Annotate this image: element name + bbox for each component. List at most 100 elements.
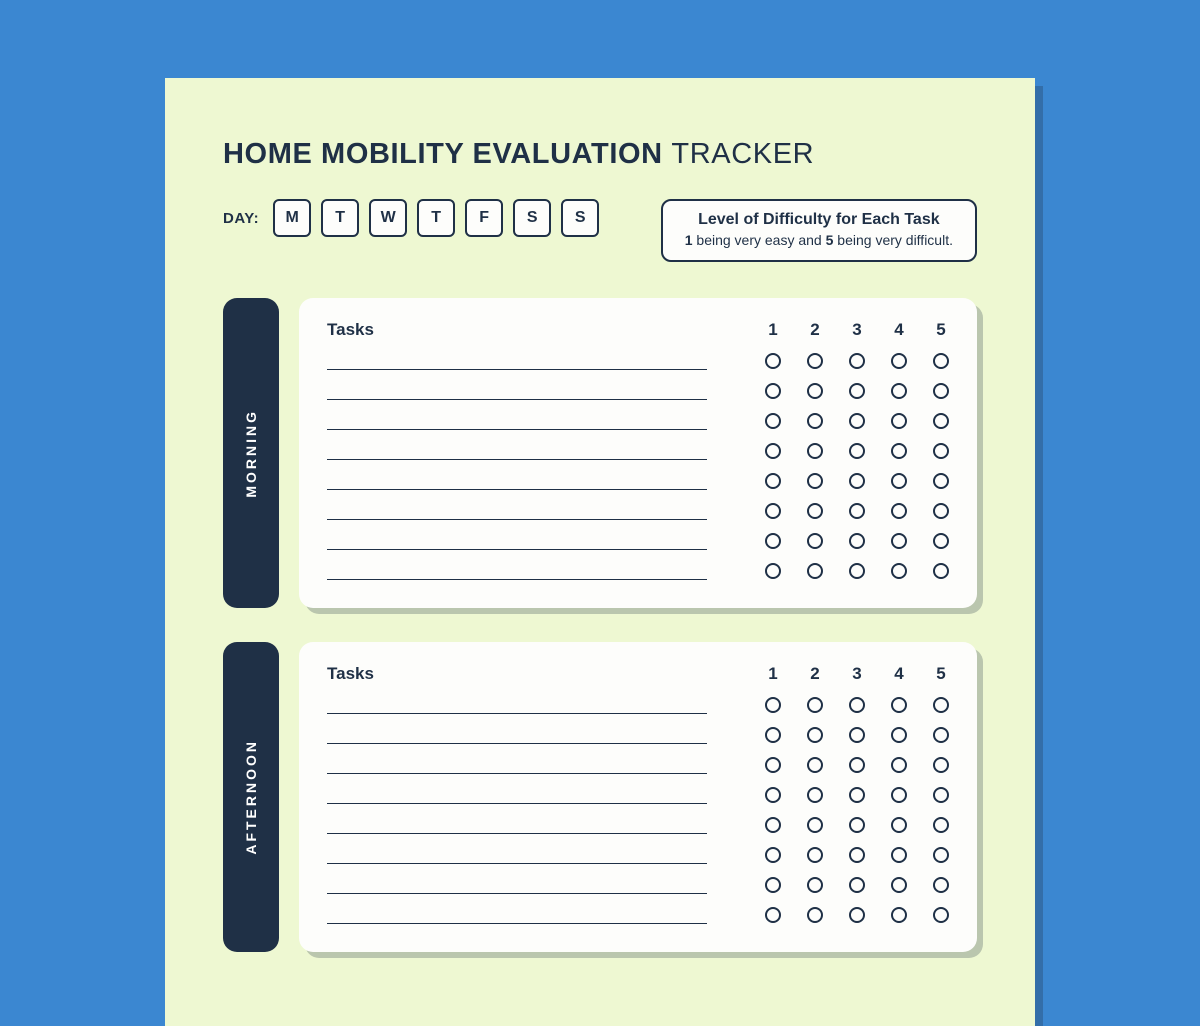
- rating-circle[interactable]: [891, 383, 907, 399]
- rating-circle[interactable]: [891, 563, 907, 579]
- rating-circle[interactable]: [765, 353, 781, 369]
- rating-circle[interactable]: [807, 757, 823, 773]
- rating-circle[interactable]: [849, 413, 865, 429]
- rating-circle[interactable]: [933, 727, 949, 743]
- rating-circle[interactable]: [849, 473, 865, 489]
- rating-circle[interactable]: [933, 907, 949, 923]
- task-input-line[interactable]: [327, 442, 707, 460]
- rating-circle[interactable]: [849, 503, 865, 519]
- rating-circle[interactable]: [849, 443, 865, 459]
- rating-circle[interactable]: [807, 787, 823, 803]
- task-input-line[interactable]: [327, 816, 707, 834]
- rating-circle[interactable]: [765, 533, 781, 549]
- rating-circle[interactable]: [765, 847, 781, 863]
- rating-circle[interactable]: [765, 787, 781, 803]
- task-input-line[interactable]: [327, 502, 707, 520]
- day-option-wed[interactable]: W: [369, 199, 407, 237]
- rating-circle[interactable]: [849, 817, 865, 833]
- task-input-line[interactable]: [327, 382, 707, 400]
- task-input-line[interactable]: [327, 906, 707, 924]
- rating-circle[interactable]: [849, 697, 865, 713]
- rating-circle[interactable]: [849, 727, 865, 743]
- rating-circle[interactable]: [807, 563, 823, 579]
- day-option-mon[interactable]: M: [273, 199, 311, 237]
- task-input-line[interactable]: [327, 846, 707, 864]
- rating-circle[interactable]: [933, 353, 949, 369]
- rating-circle[interactable]: [765, 383, 781, 399]
- day-option-thu[interactable]: T: [417, 199, 455, 237]
- rating-circle[interactable]: [891, 847, 907, 863]
- task-input-line[interactable]: [327, 726, 707, 744]
- task-input-line[interactable]: [327, 532, 707, 550]
- rating-circle[interactable]: [807, 443, 823, 459]
- task-input-line[interactable]: [327, 696, 707, 714]
- rating-circle[interactable]: [807, 727, 823, 743]
- rating-circle[interactable]: [891, 503, 907, 519]
- rating-circle[interactable]: [933, 757, 949, 773]
- rating-circle[interactable]: [933, 443, 949, 459]
- rating-circle[interactable]: [891, 413, 907, 429]
- rating-circle[interactable]: [933, 877, 949, 893]
- rating-circle[interactable]: [891, 473, 907, 489]
- rating-circle[interactable]: [933, 817, 949, 833]
- rating-circle[interactable]: [849, 907, 865, 923]
- rating-circle[interactable]: [891, 727, 907, 743]
- rating-circle[interactable]: [765, 877, 781, 893]
- rating-circle[interactable]: [933, 413, 949, 429]
- rating-circle[interactable]: [849, 787, 865, 803]
- rating-circle[interactable]: [933, 847, 949, 863]
- rating-circle[interactable]: [849, 563, 865, 579]
- day-option-fri[interactable]: F: [465, 199, 503, 237]
- task-input-line[interactable]: [327, 412, 707, 430]
- rating-circle[interactable]: [807, 907, 823, 923]
- rating-circle[interactable]: [765, 697, 781, 713]
- rating-circle[interactable]: [765, 907, 781, 923]
- rating-circle[interactable]: [891, 533, 907, 549]
- rating-circle[interactable]: [765, 817, 781, 833]
- rating-circle[interactable]: [765, 563, 781, 579]
- rating-circle[interactable]: [807, 413, 823, 429]
- task-input-line[interactable]: [327, 562, 707, 580]
- task-input-line[interactable]: [327, 786, 707, 804]
- rating-circle[interactable]: [807, 817, 823, 833]
- rating-circle[interactable]: [891, 877, 907, 893]
- rating-circle[interactable]: [807, 473, 823, 489]
- rating-circle[interactable]: [933, 697, 949, 713]
- rating-circle[interactable]: [891, 757, 907, 773]
- rating-circle[interactable]: [807, 503, 823, 519]
- rating-circle[interactable]: [807, 697, 823, 713]
- rating-circle[interactable]: [765, 757, 781, 773]
- rating-circle[interactable]: [765, 503, 781, 519]
- rating-circle[interactable]: [765, 413, 781, 429]
- day-option-sun[interactable]: S: [561, 199, 599, 237]
- rating-circle[interactable]: [807, 353, 823, 369]
- rating-circle[interactable]: [849, 877, 865, 893]
- rating-circle[interactable]: [933, 473, 949, 489]
- task-input-line[interactable]: [327, 472, 707, 490]
- rating-circle[interactable]: [891, 353, 907, 369]
- task-input-line[interactable]: [327, 876, 707, 894]
- rating-circle[interactable]: [933, 383, 949, 399]
- task-input-line[interactable]: [327, 756, 707, 774]
- rating-circle[interactable]: [849, 757, 865, 773]
- rating-circle[interactable]: [891, 697, 907, 713]
- rating-circle[interactable]: [807, 383, 823, 399]
- rating-circle[interactable]: [765, 727, 781, 743]
- rating-circle[interactable]: [849, 533, 865, 549]
- rating-circle[interactable]: [807, 847, 823, 863]
- day-option-tue[interactable]: T: [321, 199, 359, 237]
- day-option-sat[interactable]: S: [513, 199, 551, 237]
- rating-circle[interactable]: [891, 907, 907, 923]
- rating-circle[interactable]: [807, 877, 823, 893]
- task-input-line[interactable]: [327, 352, 707, 370]
- rating-circle[interactable]: [933, 533, 949, 549]
- rating-circle[interactable]: [765, 443, 781, 459]
- rating-circle[interactable]: [891, 817, 907, 833]
- rating-circle[interactable]: [849, 383, 865, 399]
- rating-circle[interactable]: [891, 443, 907, 459]
- rating-circle[interactable]: [891, 787, 907, 803]
- rating-circle[interactable]: [933, 787, 949, 803]
- rating-circle[interactable]: [807, 533, 823, 549]
- rating-circle[interactable]: [849, 353, 865, 369]
- rating-circle[interactable]: [933, 503, 949, 519]
